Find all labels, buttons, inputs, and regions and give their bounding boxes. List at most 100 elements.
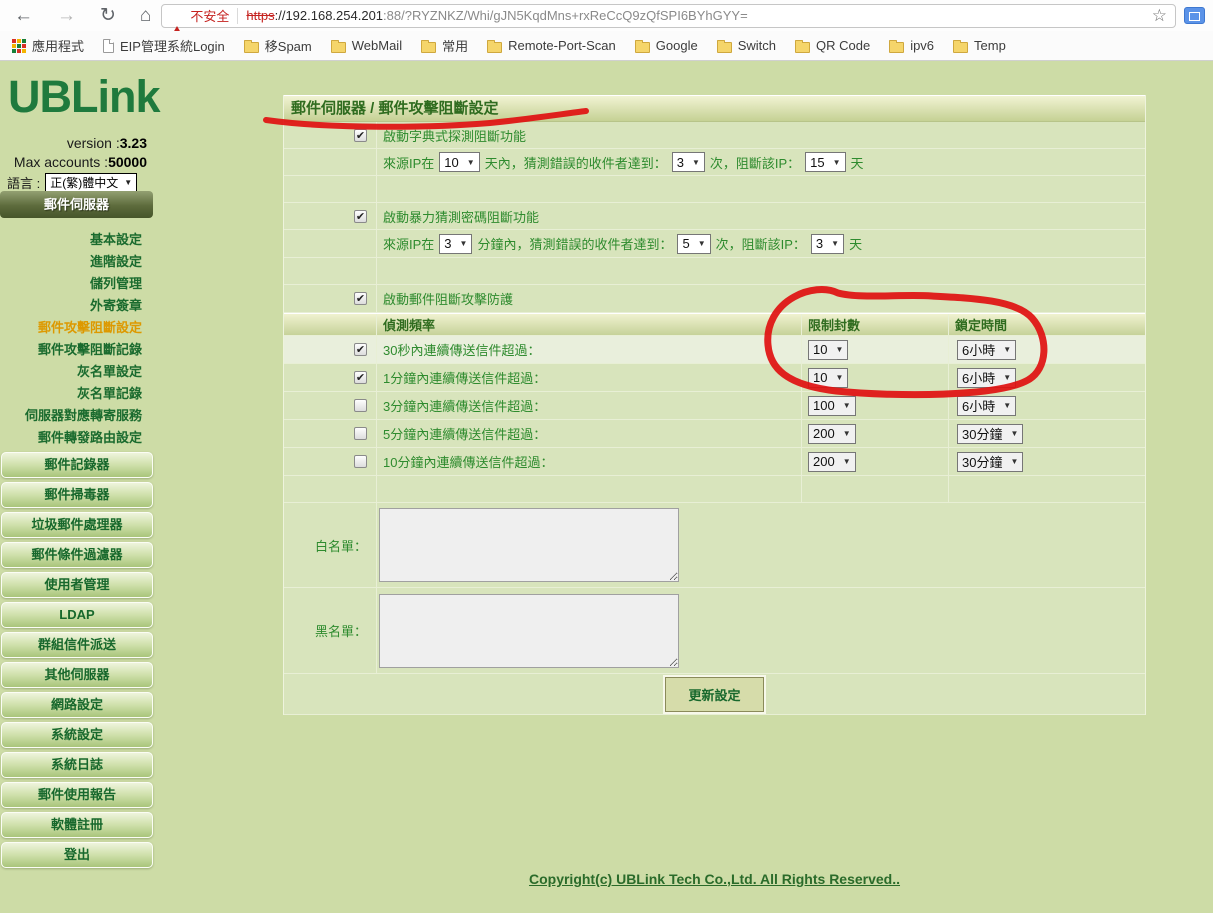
folder-icon [953,42,968,53]
sidebar-item-greylist-settings[interactable]: 灰名單設定 [0,361,152,383]
sidebar-button-system-settings[interactable]: 系統設定 [1,722,153,748]
bookmark-folder-webmail[interactable]: WebMail [331,38,402,53]
limit-value: 10 [813,342,827,357]
bookmark-folder-qrcode[interactable]: QR Code [795,38,870,53]
home-icon[interactable]: ⌂ [140,6,151,25]
column-header-lock-time: 鎖定時間 [949,314,1145,335]
brute-detail-text: 分鐘內，猜測錯誤的收件者達到： [477,234,672,253]
dict-enable-checkbox[interactable]: ✔ [354,129,367,142]
reload-icon[interactable]: ↻ [100,6,116,25]
bookmark-eip-login[interactable]: EIP管理系統Login [103,36,225,55]
lock-time-select[interactable]: 30分鐘 [957,452,1023,472]
bookmark-folder-ipv6[interactable]: ipv6 [889,38,934,53]
bookmark-folder-remote-port-scan[interactable]: Remote-Port-Scan [487,38,616,53]
dict-block-days-value: 15 [810,155,824,170]
sidebar-button-system-log[interactable]: 系統日誌 [1,752,153,778]
lock-time-select[interactable]: 6小時 [957,368,1016,388]
url-scheme: https [246,8,274,23]
sidebar-item-outgoing-signature[interactable]: 外寄簽章 [0,295,152,317]
brute-detail-text: 次，阻斷該IP： [716,234,806,253]
whitelist-label: 白名單： [284,503,377,587]
update-settings-button[interactable]: 更新設定 [665,677,763,712]
bookmark-folder-spam[interactable]: 移Spam [244,36,312,55]
sidebar-button-other-servers[interactable]: 其他伺服器 [1,662,153,688]
language-label: 語言 : [7,173,40,192]
copyright-link[interactable]: Copyright(c) UBLink Tech Co.,Ltd. All Ri… [529,871,900,887]
spacer-row [284,476,1145,503]
bookmark-apps[interactable]: 應用程式 [12,36,84,55]
limit-select[interactable]: 10 [808,340,848,360]
lock-time-select[interactable]: 6小時 [957,396,1016,416]
url-text[interactable]: https://192.168.254.201:88/?RYZNKZ/Whi/g… [246,8,747,23]
bookmark-label: Google [656,38,698,53]
dict-block-days-select[interactable]: 15 [805,152,845,172]
security-warning-icon[interactable] [170,9,185,22]
back-icon[interactable]: ← [14,6,33,25]
whitelist-row: 白名單： [284,503,1145,588]
sidebar-button-network-settings[interactable]: 網路設定 [1,692,153,718]
extension-icon[interactable] [1184,7,1205,24]
folder-icon [244,42,259,53]
sidebar-button-spam-processor[interactable]: 垃圾郵件處理器 [1,512,153,538]
sidebar-item-greylist-log[interactable]: 灰名單記錄 [0,383,152,405]
sidebar-item-mail-routing-settings[interactable]: 郵件轉發路由設定 [0,427,152,449]
row-checkbox[interactable] [354,399,367,412]
brute-enable-checkbox[interactable]: ✔ [354,210,367,223]
bookmark-folder-common[interactable]: 常用 [421,36,468,55]
dict-count-select[interactable]: 3 [672,152,705,172]
dict-detail-text: 來源IP在 [383,153,434,172]
dict-days-select[interactable]: 10 [439,152,479,172]
row-checkbox[interactable]: ✔ [354,371,367,384]
limit-select[interactable]: 200 [808,424,856,444]
bookmark-folder-google[interactable]: Google [635,38,698,53]
sidebar-button-mail-usage-report[interactable]: 郵件使用報告 [1,782,153,808]
row-checkbox[interactable] [354,455,367,468]
row-checkbox[interactable] [354,427,367,440]
sidebar-header-mail-server[interactable]: 郵件伺服器 [0,191,153,218]
brute-count-select[interactable]: 5 [677,234,710,254]
blacklist-textarea[interactable] [379,594,679,668]
forward-icon[interactable]: → [57,6,76,25]
sidebar-item-queue-management[interactable]: 儲列管理 [0,273,152,295]
brute-minutes-select[interactable]: 3 [439,234,472,254]
sidebar-item-attack-block-log[interactable]: 郵件攻擊阻斷記錄 [0,339,152,361]
version-value: 3.23 [120,135,147,151]
sidebar-item-server-relay-service[interactable]: 伺服器對應轉寄服務 [0,405,152,427]
sidebar-button-ldap[interactable]: LDAP [1,602,153,628]
mailblock-enable-label: 啟動郵件阻斷攻擊防護 [377,285,1145,312]
bookmark-folder-switch[interactable]: Switch [717,38,776,53]
sidebar-button-user-management[interactable]: 使用者管理 [1,572,153,598]
limit-select[interactable]: 10 [808,368,848,388]
bookmark-folder-temp[interactable]: Temp [953,38,1006,53]
lock-time-select[interactable]: 6小時 [957,340,1016,360]
accounts-label: Max accounts : [14,154,108,170]
sidebar-button-logout[interactable]: 登出 [1,842,153,868]
language-value: 正(繁)體中文 [50,174,118,191]
dict-enable-label: 啟動字典式探測阻斷功能 [377,122,1145,148]
sidebar-item-attack-block-settings[interactable]: 郵件攻擊阻斷設定 [0,317,152,339]
sidebar-button-software-registration[interactable]: 軟體註冊 [1,812,153,838]
url-bar[interactable]: 不安全 https://192.168.254.201:88/?RYZNKZ/W… [161,4,1176,28]
sidebar-button-mail-filter[interactable]: 郵件條件過濾器 [1,542,153,568]
sidebar-button-group-delivery[interactable]: 群組信件派送 [1,632,153,658]
limit-select[interactable]: 100 [808,396,856,416]
bookmark-star-icon[interactable]: ☆ [1152,6,1167,26]
lock-time-select[interactable]: 30分鐘 [957,424,1023,444]
language-select[interactable]: 正(繁)體中文 [45,173,137,192]
row-checkbox[interactable]: ✔ [354,343,367,356]
sidebar-button-mail-antivirus[interactable]: 郵件掃毒器 [1,482,153,508]
mailblock-enable-checkbox[interactable]: ✔ [354,292,367,305]
lock-time-value: 6小時 [962,368,995,387]
lock-time-value: 30分鐘 [962,424,1002,443]
limit-select[interactable]: 200 [808,452,856,472]
accounts-line: Max accounts :50000 [0,153,147,172]
row-label: 3分鐘內連續傳送信件超過： [377,392,802,419]
limit-value: 100 [813,398,835,413]
brute-block-days-select[interactable]: 3 [811,234,844,254]
sidebar-button-mail-logger[interactable]: 郵件記錄器 [1,452,153,478]
whitelist-textarea[interactable] [379,508,679,582]
sidebar-item-basic-settings[interactable]: 基本設定 [0,229,152,251]
bookmark-label: ipv6 [910,38,934,53]
row-label: 5分鐘內連續傳送信件超過： [377,420,802,447]
sidebar-item-advanced-settings[interactable]: 進階設定 [0,251,152,273]
